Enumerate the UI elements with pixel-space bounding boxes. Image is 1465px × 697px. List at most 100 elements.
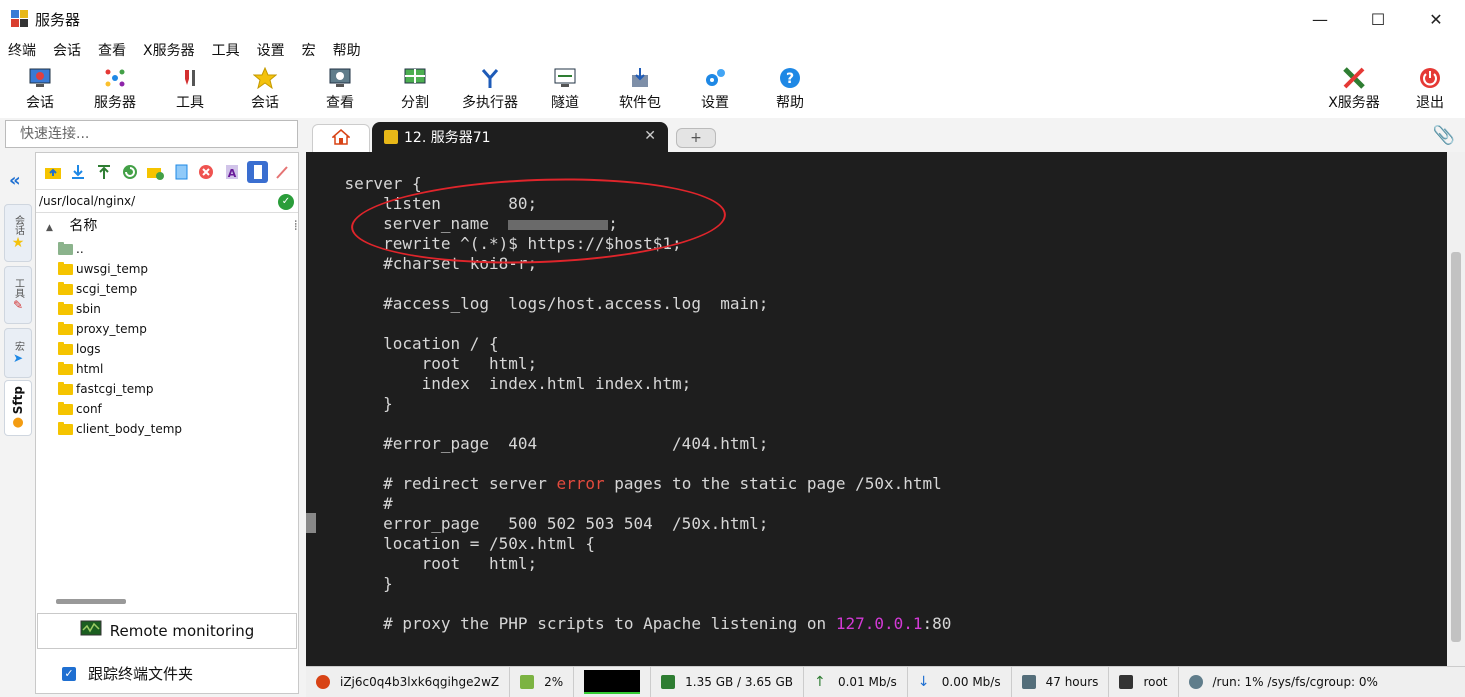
file-row[interactable]: uwsgi_temp <box>36 259 298 279</box>
folder-icon <box>58 341 73 355</box>
column-header-name[interactable]: ▲ 名称 ⁞ <box>36 215 298 237</box>
terminal-output[interactable]: server { listen 80; server_name ; rewrit… <box>306 152 1447 666</box>
memory-icon <box>661 675 676 689</box>
file-row[interactable]: client_body_temp <box>36 419 298 439</box>
refresh-icon[interactable] <box>119 161 141 183</box>
split-icon <box>402 66 428 90</box>
side-tab-tools[interactable]: 工具 ✎ <box>4 266 32 324</box>
file-row[interactable]: logs <box>36 339 298 359</box>
home-icon <box>331 128 351 149</box>
menu-terminal[interactable]: 终端 <box>8 40 36 60</box>
column-divider[interactable]: ⁞ <box>294 215 298 237</box>
tunnel-button[interactable]: 隧道 <box>534 66 596 112</box>
remote-monitoring-button[interactable]: Remote monitoring <box>37 613 297 649</box>
status-memory-label: 1.35 GB / 3.65 GB <box>685 675 793 689</box>
folder-icon <box>58 421 73 435</box>
sftp-path-field[interactable]: /usr/local/nginx/ ✓ <box>36 189 298 213</box>
status-cpu[interactable]: 2% <box>510 666 575 697</box>
menu-help[interactable]: 帮助 <box>333 40 361 60</box>
file-name: client_body_temp <box>76 422 183 436</box>
file-row[interactable]: fastcgi_temp <box>36 379 298 399</box>
help-button[interactable]: ? 帮助 <box>759 66 821 112</box>
status-download[interactable]: ↓ 0.00 Mb/s <box>908 666 1012 697</box>
status-upload-label: 0.01 Mb/s <box>837 675 897 689</box>
side-tab-sftp-label: Sftp <box>11 386 25 415</box>
x-logo-icon <box>1341 66 1367 90</box>
status-disk[interactable]: /run: 1% /sys/fs/cgroup: 0% <box>1179 667 1388 697</box>
new-tab-button[interactable]: + <box>676 128 716 148</box>
checkbox-checked-icon[interactable]: ✓ <box>62 666 76 681</box>
sftp-horizontal-scrollbar[interactable] <box>56 599 126 604</box>
file-row-parent[interactable]: .. <box>36 239 298 259</box>
folder-icon <box>58 401 73 415</box>
split-button[interactable]: 分割 <box>384 66 446 112</box>
xserver-button[interactable]: X服务器 <box>1323 66 1385 112</box>
minimize-button[interactable]: — <box>1291 0 1349 38</box>
quick-connect-input[interactable]: 快速连接... <box>5 120 298 148</box>
menu-settings[interactable]: 设置 <box>257 40 285 60</box>
file-row[interactable]: sbin <box>36 299 298 319</box>
menu-view[interactable]: 查看 <box>98 40 126 60</box>
terminal-scrollbar-thumb[interactable] <box>1451 252 1461 642</box>
new-folder-icon[interactable] <box>144 161 166 183</box>
svg-text:?: ? <box>786 71 794 87</box>
delete-icon[interactable] <box>196 161 218 183</box>
file-row[interactable]: proxy_temp <box>36 319 298 339</box>
terminal-line-tail: :80 <box>922 614 952 633</box>
user-icon <box>1119 675 1134 689</box>
attachment-icon[interactable]: 📎 <box>1433 125 1455 146</box>
close-button[interactable]: ✕ <box>1407 0 1465 38</box>
packages-button[interactable]: 软件包 <box>609 66 671 112</box>
multiexec-button[interactable]: 多执行器 <box>459 66 521 112</box>
file-row[interactable]: scgi_temp <box>36 279 298 299</box>
terminal-line: root html; <box>306 554 538 573</box>
tab-close-icon[interactable]: ✕ <box>644 128 656 144</box>
sftp-path-value: /usr/local/nginx/ <box>39 194 136 208</box>
home-tab[interactable] <box>312 124 370 152</box>
rename-icon[interactable]: A <box>221 161 243 183</box>
menu-xserver[interactable]: X服务器 <box>143 40 195 60</box>
tools-button[interactable]: 工具 <box>159 66 221 112</box>
menu-tools[interactable]: 工具 <box>212 40 240 60</box>
view-button[interactable]: 查看 <box>309 66 371 112</box>
exit-button[interactable]: 退出 <box>1399 66 1461 112</box>
properties-icon[interactable] <box>246 161 269 183</box>
svg-text:A: A <box>228 167 237 180</box>
status-download-label: 0.00 Mb/s <box>941 675 1001 689</box>
side-tab-sessions[interactable]: 会话 ★ <box>4 204 32 262</box>
disk-icon <box>1188 675 1203 689</box>
status-user[interactable]: root <box>1109 666 1179 697</box>
side-tab-macros[interactable]: 宏 ➤ <box>4 328 32 378</box>
parent-folder-icon[interactable] <box>42 161 64 183</box>
menu-sessions[interactable]: 会话 <box>53 40 81 60</box>
folder-icon <box>58 321 73 335</box>
maximize-button[interactable]: ☐ <box>1349 0 1407 38</box>
status-uptime[interactable]: 47 hours <box>1012 666 1110 697</box>
status-host[interactable]: iZj6c0q4b3lxk6qgihge2wZ <box>306 666 511 697</box>
side-tab-tools-label: 工具 <box>12 278 24 298</box>
download-icon[interactable] <box>68 161 90 183</box>
help-icon: ? <box>777 66 803 90</box>
status-memory[interactable]: 1.35 GB / 3.65 GB <box>651 666 804 697</box>
follow-terminal-checkbox[interactable]: ✓ 跟踪终端文件夹 <box>62 663 193 684</box>
file-row[interactable]: html <box>36 359 298 379</box>
collapse-icon[interactable]: « <box>9 170 21 191</box>
path-ok-icon[interactable]: ✓ <box>278 194 294 210</box>
file-name: uwsgi_temp <box>76 262 149 276</box>
edit-icon[interactable] <box>272 161 294 183</box>
tab-server71[interactable]: 12. 服务器71 ✕ <box>372 122 668 152</box>
terminal-line-tail: pages to the static page /50x.html <box>604 474 942 493</box>
upload-icon[interactable] <box>93 161 115 183</box>
servers-button[interactable]: 服务器 <box>84 66 146 112</box>
side-tab-sftp[interactable]: Sftp ● <box>4 380 32 436</box>
status-upload[interactable]: ↑ 0.01 Mb/s <box>804 666 908 697</box>
download-arrow-icon: ↓ <box>917 674 930 690</box>
side-tab-strip: « 会话 ★ 工具 ✎ 宏 ➤ Sftp ● <box>0 152 34 697</box>
new-file-icon[interactable] <box>170 161 192 183</box>
sessions-star-button[interactable]: 会话 <box>234 66 296 112</box>
menu-macros[interactable]: 宏 <box>302 40 316 60</box>
settings-button[interactable]: 设置 <box>684 66 746 112</box>
file-row[interactable]: conf <box>36 399 298 419</box>
terminal-scrollbar[interactable] <box>1447 152 1465 666</box>
session-button[interactable]: 会话 <box>9 66 71 112</box>
